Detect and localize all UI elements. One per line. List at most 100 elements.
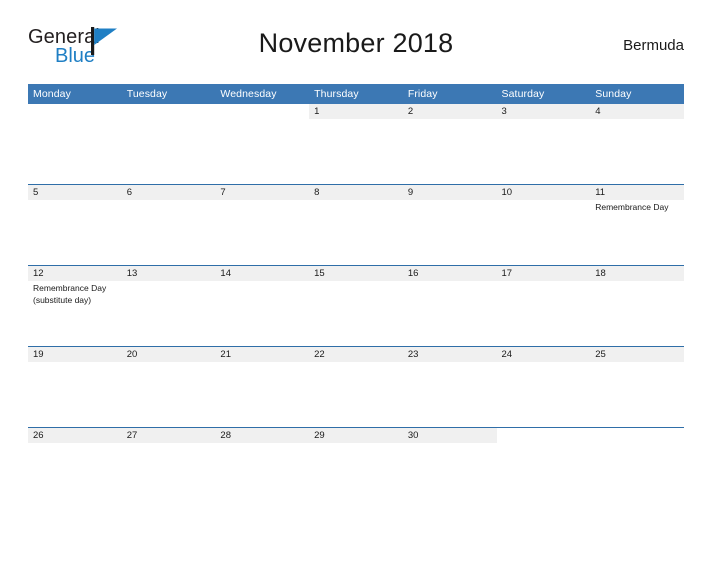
calendar-day-cell[interactable]: 30 [402,427,497,506]
calendar-day-cell[interactable]: 12 Remembrance Day (substitute day) [28,265,122,347]
day-events: Remembrance Day [590,200,684,214]
holiday-label: (substitute day) [33,294,92,305]
day-number: 26 [28,428,122,443]
day-number: 11 [590,185,684,200]
calendar-week-row: 1234 [28,104,684,185]
day-number: 5 [28,185,122,200]
calendar-body: 1 2 3 4 5 6 7 8 9 10 11 Remembrance Day 12 Remembranc… [28,104,684,506]
day-number: 30 [402,428,497,443]
holiday-label: Remembrance Day [33,283,107,293]
calendar-day-cell[interactable]: 18 [590,265,684,347]
day-number: 24 [496,347,591,362]
day-number [497,428,591,443]
day-cell-content: 12 Remembrance Day (substitute day) [28,266,122,346]
holiday-label: Remembrance Day [595,202,669,212]
calendar-day-cell[interactable]: 23 [402,346,497,428]
calendar-day-cell[interactable]: 13 [121,265,216,347]
calendar-day-cell[interactable]: 6 [121,184,216,266]
calendar-week-row: 19 20 21 22 23 24 25 [28,346,684,428]
calendar-day-cell[interactable]: 4 [590,104,684,185]
day-number [122,104,216,119]
day-number: 14 [215,266,310,281]
page-header: General Blue November 2018 Bermuda [28,24,684,76]
calendar-day-cell[interactable]: 10 [496,184,591,266]
weekday-header-thursday: Thursday [309,84,403,104]
day-cell-content: 16 [402,266,497,346]
calendar-day-cell[interactable]: 7 [215,184,310,266]
day-number: 22 [309,347,403,362]
country-label: Bermuda [623,37,684,54]
day-cell-content [122,104,216,184]
day-number: 6 [121,185,216,200]
day-cell-content: 18 [590,266,684,346]
calendar-day-cell[interactable]: 28 [215,427,310,506]
weekday-header-saturday: Saturday [496,84,591,104]
calendar-day-cell[interactable]: 1 [309,104,403,185]
day-cell-content: 24 [496,347,591,427]
calendar-day-cell[interactable]: 21 [215,346,310,428]
weekday-header-row: Monday Tuesday Wednesday Thursday Friday… [28,84,684,104]
day-number: 29 [309,428,403,443]
day-cell-content: 21 [215,347,310,427]
calendar-day-cell[interactable]: 17 [496,265,591,347]
calendar-day-cell[interactable]: 19 [28,346,122,428]
day-cell-content: 20 [121,347,216,427]
day-number: 16 [402,266,497,281]
day-number: 8 [309,185,403,200]
calendar-day-cell[interactable]: 26 [28,427,122,506]
calendar-weekday-header: Monday Tuesday Wednesday Thursday Friday… [28,84,684,104]
calendar-day-cell-empty [496,427,591,506]
day-number: 7 [215,185,310,200]
day-number: 15 [309,266,403,281]
day-cell-content: 17 [496,266,591,346]
day-cell-content: 2 [402,104,497,184]
calendar-week-row: 5 6 7 8 9 10 11 Remembrance Day [28,184,684,266]
weekday-header-friday: Friday [402,84,497,104]
calendar-day-cell[interactable]: 27 [121,427,216,506]
day-number: 21 [215,347,310,362]
day-number: 1 [309,104,403,119]
calendar-day-cell[interactable]: 14 [215,265,310,347]
weekday-header-sunday: Sunday [590,84,684,104]
calendar-day-cell[interactable]: 22 [309,346,403,428]
day-cell-content [590,428,684,506]
calendar-day-cell[interactable]: 2 [402,104,497,185]
day-number: 2 [402,104,497,119]
calendar-day-cell[interactable]: 29 [309,427,403,506]
day-cell-content: 13 [121,266,216,346]
calendar-day-cell-empty [28,104,122,185]
weekday-header-monday: Monday [28,84,122,104]
calendar-day-cell[interactable]: 25 [590,346,684,428]
calendar-day-cell-empty [215,104,309,185]
day-cell-content [497,428,591,506]
calendar-week-row: 26 27 28 29 30 [28,427,684,506]
day-number [215,104,309,119]
calendar-day-cell[interactable]: 5 [28,184,122,266]
day-cell-content: 14 [215,266,310,346]
day-cell-content: 1 [309,104,403,184]
day-cell-content: 30 [402,428,497,506]
calendar-grid: Monday Tuesday Wednesday Thursday Friday… [28,84,684,506]
day-cell-content: 15 [309,266,403,346]
calendar-day-cell[interactable]: 11 Remembrance Day [590,184,684,266]
calendar-day-cell[interactable]: 15 [309,265,403,347]
calendar-day-cell[interactable]: 3 [496,104,591,185]
day-number: 23 [402,347,497,362]
page-title: November 2018 [258,28,454,58]
day-cell-content: 4 [590,104,684,184]
day-number: 18 [590,266,684,281]
day-number: 13 [121,266,216,281]
calendar-day-cell[interactable]: 20 [121,346,216,428]
calendar-day-cell[interactable]: 9 [402,184,497,266]
calendar-day-cell-empty [122,104,216,185]
day-cell-content: 10 [496,185,591,265]
day-cell-content: 26 [28,428,122,506]
calendar-day-cell[interactable]: 24 [496,346,591,428]
day-cell-content: 8 [309,185,403,265]
day-cell-content [215,104,309,184]
day-cell-content: 28 [215,428,310,506]
calendar-day-cell[interactable]: 8 [309,184,403,266]
calendar-day-cell[interactable]: 16 [402,265,497,347]
day-cell-content: 23 [402,347,497,427]
day-cell-content: 6 [121,185,216,265]
